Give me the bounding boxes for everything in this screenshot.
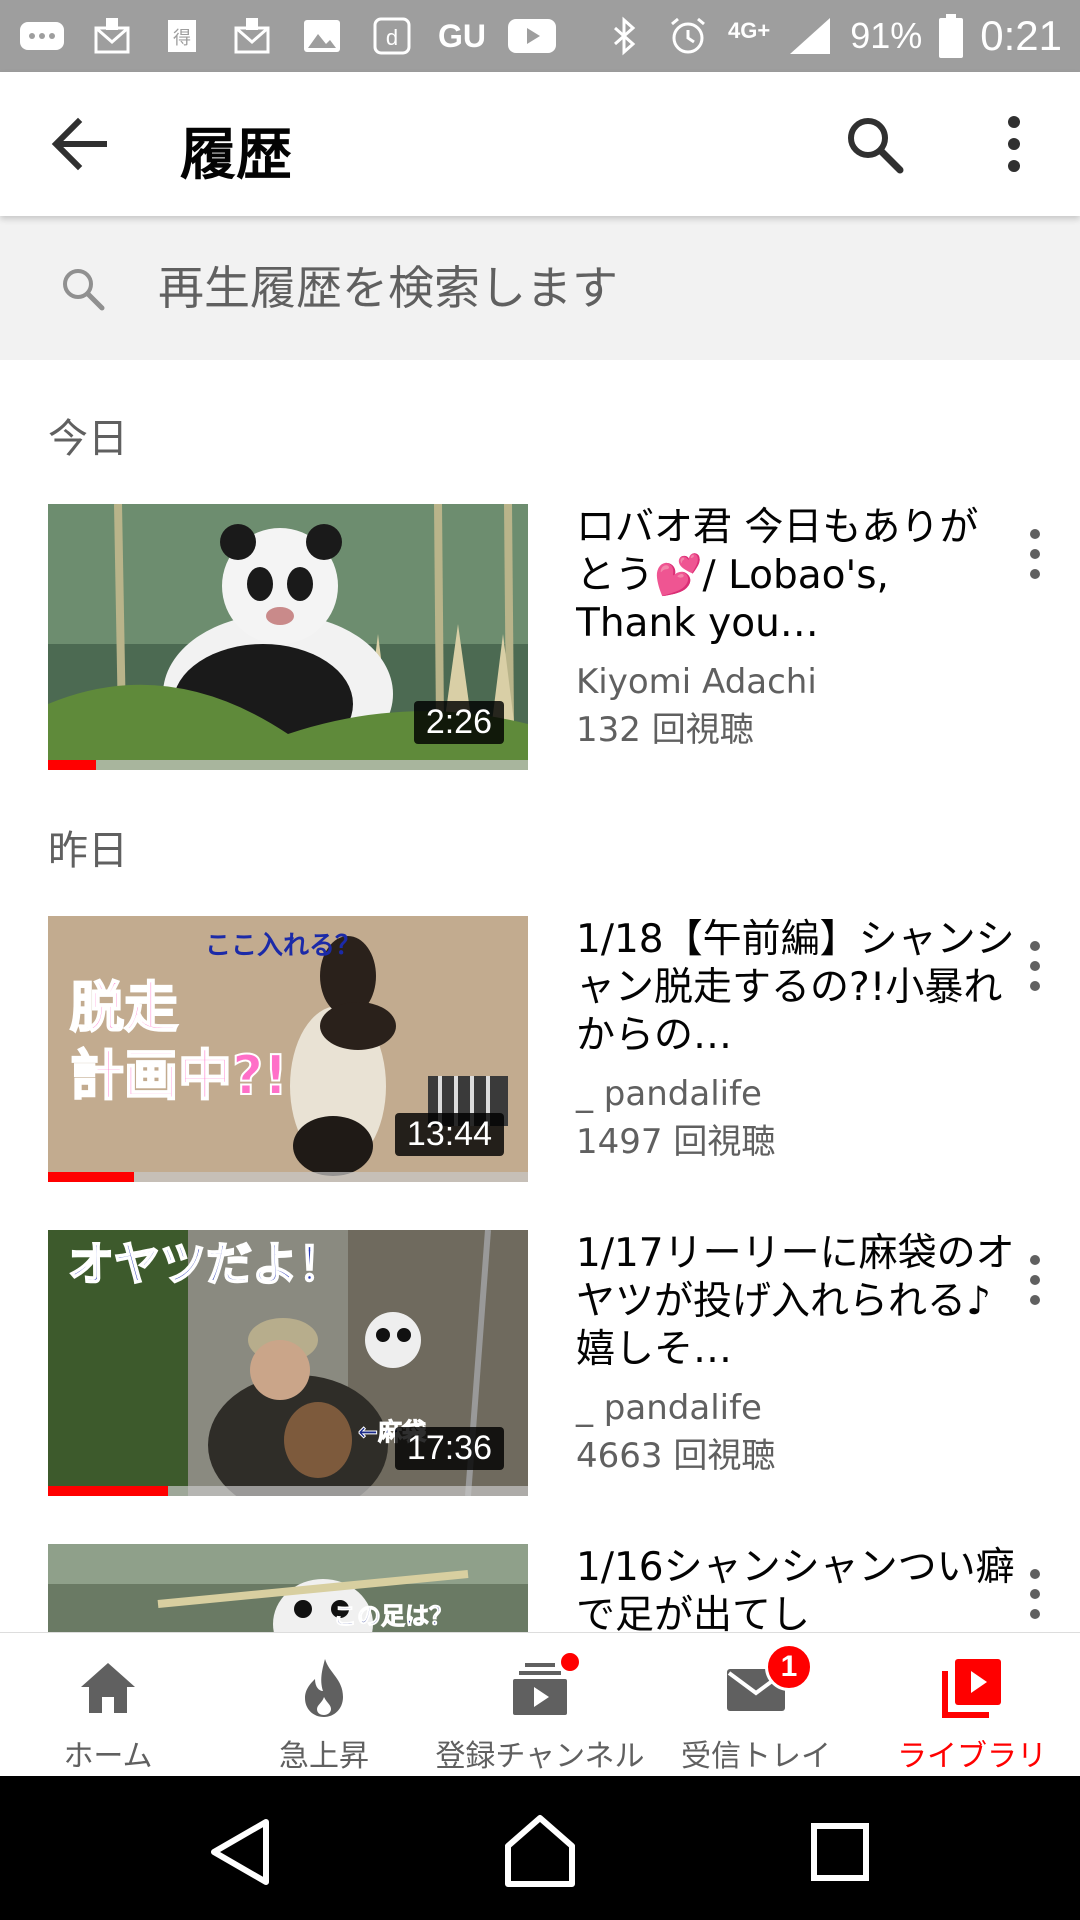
message-icon (18, 14, 66, 58)
video-channel: _ pandalife (576, 1074, 762, 1114)
video-item[interactable]: 2:26 ロバオ君 今日もありがとう💕/ Lobao's, Thank you…… (48, 504, 1048, 770)
nav-label: 登録チャンネル (435, 1739, 645, 1774)
alarm-icon (664, 14, 712, 58)
thumbnail-caption: 脱走 (70, 976, 178, 1039)
arrow-back-icon[interactable] (50, 116, 110, 172)
thumbnail-caption: この足は？ (333, 1602, 453, 1630)
video-thumbnail[interactable]: 2:26 (48, 504, 528, 770)
video-thumbnail[interactable]: オヤツだよ！ ←麻袋 17:36 (48, 1230, 528, 1496)
nav-item-subscriptions[interactable]: 登録チャンネル (432, 1633, 648, 1776)
thumbnail-caption: 計画中?! (70, 1044, 288, 1107)
network-type: 4G+ (727, 18, 771, 43)
subscriptions-icon (505, 1651, 581, 1723)
nav-label: 受信トレイ (681, 1739, 831, 1774)
history-search-bar (0, 216, 1080, 360)
video-channel: Kiyomi Adachi (576, 662, 817, 702)
video-duration: 17:36 (394, 1427, 504, 1470)
home-icon (73, 1653, 143, 1723)
video-channel: _ pandalife (576, 1388, 762, 1428)
watch-progress-bar (48, 760, 528, 770)
clock: 0:21 (980, 12, 1062, 59)
thumbnail-caption: ここ入れる？ (205, 931, 361, 961)
app-bar: 履歴 (0, 72, 1080, 216)
thumbnail-caption: オヤツだよ！ (68, 1237, 344, 1291)
more-vert-icon[interactable] (1022, 1564, 1048, 1624)
gallery-icon (298, 14, 346, 58)
inbox-badge: 1 (765, 1643, 813, 1691)
status-bar: 得 d GU 4G+ 91% 0:21 (0, 0, 1080, 72)
notification-dot (559, 1651, 581, 1673)
nav-item-inbox[interactable]: 1 受信トレイ (648, 1633, 864, 1776)
coupon-icon: 得 (158, 14, 206, 58)
section-header-yesterday: 昨日 (48, 828, 128, 874)
video-duration: 13:44 (394, 1113, 504, 1156)
recents-square-icon[interactable] (800, 1812, 880, 1892)
more-vert-icon[interactable] (1022, 524, 1048, 584)
video-title[interactable]: 1/17リーリーに麻袋のオヤツが投げ入れられる♪嬉しそ… (576, 1230, 1016, 1374)
more-vert-icon[interactable] (1022, 1250, 1048, 1310)
nav-label: ホーム (63, 1739, 153, 1774)
search-icon[interactable] (844, 114, 904, 174)
system-navigation-bar (0, 1776, 1080, 1920)
mail-notification-icon (88, 14, 136, 58)
video-thumbnail[interactable]: この足は？ (48, 1544, 528, 1632)
d-menu-icon: d (368, 14, 416, 58)
video-title[interactable]: 1/18【午前編】シャンシャン脱走するの?!小暴れからの… (576, 916, 1016, 1060)
bottom-navigation: ホーム 急上昇 登録チャンネル 1 受信トレイ ライブラリ (0, 1632, 1080, 1776)
video-item[interactable]: この足は？ 1/16シャンシャンつい癖で足が出てし (48, 1544, 1048, 1632)
video-title[interactable]: ロバオ君 今日もありがとう💕/ Lobao's, Thank you… (576, 504, 1016, 648)
video-duration: 2:26 (413, 701, 504, 744)
battery-icon (938, 14, 964, 58)
trending-fire-icon (289, 1653, 359, 1723)
svg-text:d: d (386, 25, 398, 50)
video-thumbnail[interactable]: ここ入れる？ 脱走 計画中?! 13:44 (48, 916, 528, 1182)
battery-percent: 91% (850, 15, 923, 56)
more-vert-icon[interactable] (996, 114, 1032, 174)
library-icon (937, 1653, 1007, 1723)
video-title[interactable]: 1/16シャンシャンつい癖で足が出てし (576, 1544, 1016, 1632)
video-views: 1497 回視聴 (576, 1122, 776, 1162)
video-item[interactable]: ここ入れる？ 脱走 計画中?! 13:44 1/18【午前編】シャンシャン脱走す… (48, 916, 1048, 1182)
video-item[interactable]: オヤツだよ！ ←麻袋 17:36 1/17リーリーに麻袋のオヤツが投げ入れられる… (48, 1230, 1048, 1496)
search-icon (60, 266, 106, 312)
mail-notification-icon-2 (228, 14, 276, 58)
nav-label: ライブラリ (897, 1739, 1047, 1774)
youtube-icon (508, 14, 556, 58)
back-triangle-icon[interactable] (200, 1812, 280, 1892)
history-search-input[interactable] (158, 254, 1018, 322)
more-vert-icon[interactable] (1022, 936, 1048, 996)
section-header-today: 今日 (48, 416, 128, 462)
nav-item-library[interactable]: ライブラリ (864, 1633, 1080, 1776)
bluetooth-icon (600, 14, 648, 58)
svg-text:得: 得 (173, 28, 191, 49)
page-title: 履歴 (180, 123, 292, 188)
home-circle-icon[interactable] (500, 1812, 580, 1892)
nav-item-trending[interactable]: 急上昇 (216, 1633, 432, 1776)
video-views: 4663 回視聴 (576, 1436, 776, 1476)
watch-progress-bar (48, 1172, 528, 1182)
nav-label: 急上昇 (279, 1739, 369, 1774)
signal-icon (786, 14, 834, 58)
video-views: 132 回視聴 (576, 710, 754, 750)
gu-app-icon: GU (438, 17, 486, 54)
watch-progress-bar (48, 1486, 528, 1496)
inbox-mail-icon: 1 (721, 1643, 813, 1723)
nav-item-home[interactable]: ホーム (0, 1633, 216, 1776)
